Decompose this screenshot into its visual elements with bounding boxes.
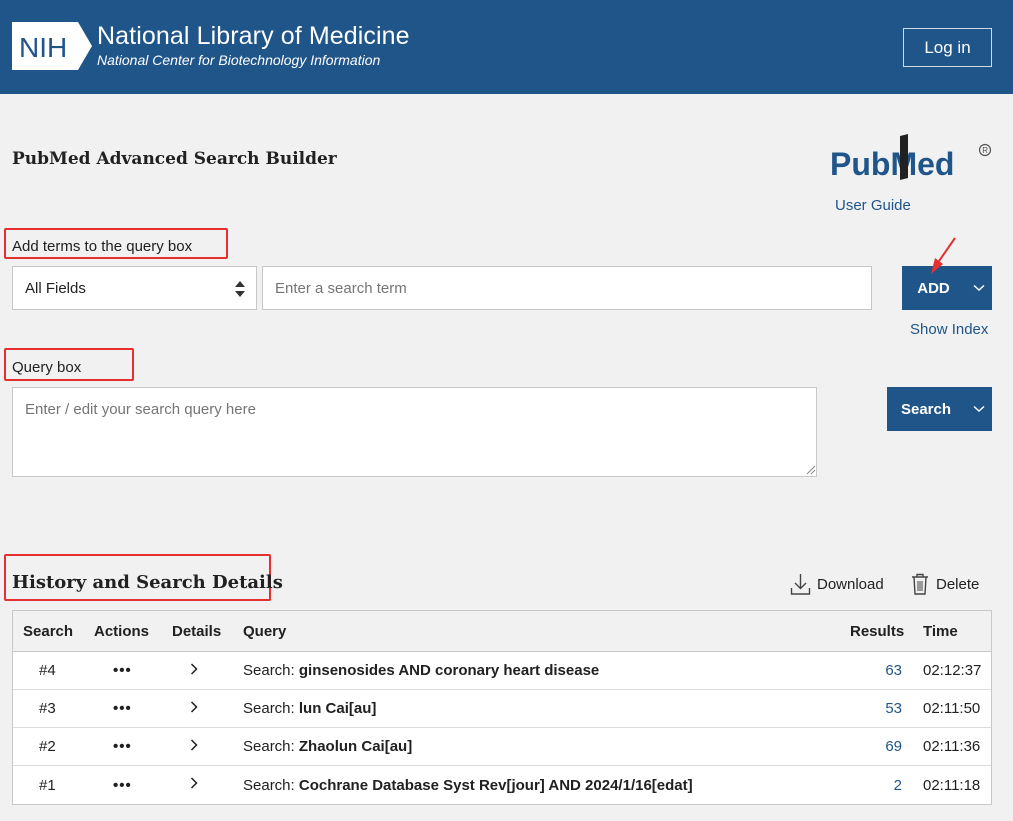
row-search-number: #3: [39, 700, 56, 717]
query-box-label: Query box: [12, 359, 82, 376]
row-query-prefix: Search:: [243, 738, 299, 755]
field-select[interactable]: All Fields: [12, 266, 257, 310]
chevron-down-icon: [972, 284, 985, 292]
chevron-right-icon[interactable]: [190, 777, 198, 789]
page-title: PubMed Advanced Search Builder: [12, 149, 337, 169]
delete-button[interactable]: Delete: [910, 571, 979, 597]
pubmed-logo-bookmark: [900, 134, 908, 180]
row-time: 02:11:36: [923, 738, 981, 755]
chevron-right-icon[interactable]: [190, 739, 198, 751]
column-header-query: Query: [243, 622, 287, 640]
row-actions-menu[interactable]: •••: [113, 738, 132, 755]
row-search-number: #2: [39, 738, 56, 755]
row-search-number: #1: [39, 776, 56, 794]
pubmed-logo-text: PubMed: [830, 146, 954, 182]
column-header-time: Time: [923, 622, 958, 640]
select-arrows-icon: [235, 281, 245, 297]
user-guide-link[interactable]: User Guide: [835, 197, 911, 214]
column-header-search: Search: [23, 622, 74, 640]
column-header-results: Results: [850, 622, 905, 640]
row-query-text: Zhaolun Cai[au]: [298, 738, 413, 755]
field-select-value: All Fields: [25, 279, 86, 297]
row-query-text: Cochrane Database Syst Rev[jour] AND 202…: [298, 776, 693, 794]
row-query-text: ginsenosides AND coronary heart disease: [298, 662, 600, 679]
search-button-label: Search: [900, 400, 952, 418]
login-button[interactable]: Log in: [903, 28, 992, 67]
row-actions-menu[interactable]: •••: [113, 700, 132, 717]
download-button[interactable]: Download: [790, 571, 884, 597]
table-row: #3 ••• Search: lun Cai[au] 53 02:11:50: [13, 690, 991, 728]
row-query: Search: Cochrane Database Syst Rev[jour]…: [243, 777, 693, 794]
row-actions-menu[interactable]: •••: [113, 662, 132, 679]
chevron-right-icon[interactable]: [190, 701, 198, 713]
chevron-right-icon[interactable]: [190, 663, 198, 675]
brand-subtitle: National Center for Biotechnology Inform…: [97, 52, 381, 68]
svg-text:R: R: [982, 146, 988, 155]
row-time: 02:12:37: [923, 662, 982, 679]
resize-grip-icon[interactable]: [804, 463, 816, 475]
row-results-link[interactable]: 63: [885, 662, 902, 679]
table-row: #4 ••• Search: ginsenosides AND coronary…: [13, 652, 991, 690]
search-term-input[interactable]: [262, 266, 872, 310]
chevron-down-icon: [972, 405, 985, 413]
row-time: 02:11:18: [923, 776, 981, 794]
add-terms-label: Add terms to the query box: [12, 238, 193, 255]
top-banner: NIH National Library of Medicine Nationa…: [0, 0, 1013, 94]
row-time: 02:11:50: [923, 700, 981, 717]
search-button[interactable]: Search: [887, 387, 992, 431]
row-query-prefix: Search:: [243, 700, 299, 717]
table-row: #1 ••• Search: Cochrane Database Syst Re…: [13, 766, 991, 804]
nih-logo-text: NIH: [19, 32, 67, 63]
brand-title[interactable]: National Library of Medicine: [97, 22, 410, 51]
row-results-link[interactable]: 69: [885, 738, 902, 755]
delete-label: Delete: [936, 575, 980, 593]
history-table: Search Actions Details Query Results Tim…: [12, 610, 992, 805]
row-actions-menu[interactable]: •••: [113, 777, 132, 794]
row-query-prefix: Search:: [243, 662, 299, 679]
query-box-textarea[interactable]: [12, 387, 817, 477]
column-header-details: Details: [172, 622, 222, 640]
row-query: Search: Zhaolun Cai[au]: [243, 738, 412, 755]
add-dropdown-toggle[interactable]: [965, 284, 992, 292]
add-button-label: ADD: [917, 279, 950, 297]
row-query: Search: ginsenosides AND coronary heart …: [243, 662, 599, 679]
nih-logo[interactable]: NIH: [12, 22, 92, 70]
annotation-arrow-icon: [931, 237, 956, 274]
row-query-prefix: Search:: [243, 776, 299, 794]
row-results-link[interactable]: 53: [885, 700, 902, 717]
row-search-number: #4: [39, 662, 56, 679]
row-query: Search: lun Cai[au]: [243, 700, 376, 717]
column-header-actions: Actions: [94, 622, 150, 640]
pubmed-logo[interactable]: PubMed R: [830, 134, 995, 192]
search-dropdown-toggle[interactable]: [965, 405, 992, 413]
row-results-link[interactable]: 2: [894, 777, 902, 794]
history-title: History and Search Details: [12, 572, 283, 593]
download-icon: [790, 574, 811, 595]
table-row: #2 ••• Search: Zhaolun Cai[au] 69 02:11:…: [13, 728, 991, 766]
show-index-link[interactable]: Show Index: [910, 321, 988, 338]
download-label: Download: [817, 575, 884, 593]
trash-icon: [912, 573, 928, 595]
row-query-text: lun Cai[au]: [298, 700, 377, 717]
table-header-row: Search Actions Details Query Results Tim…: [13, 611, 991, 652]
